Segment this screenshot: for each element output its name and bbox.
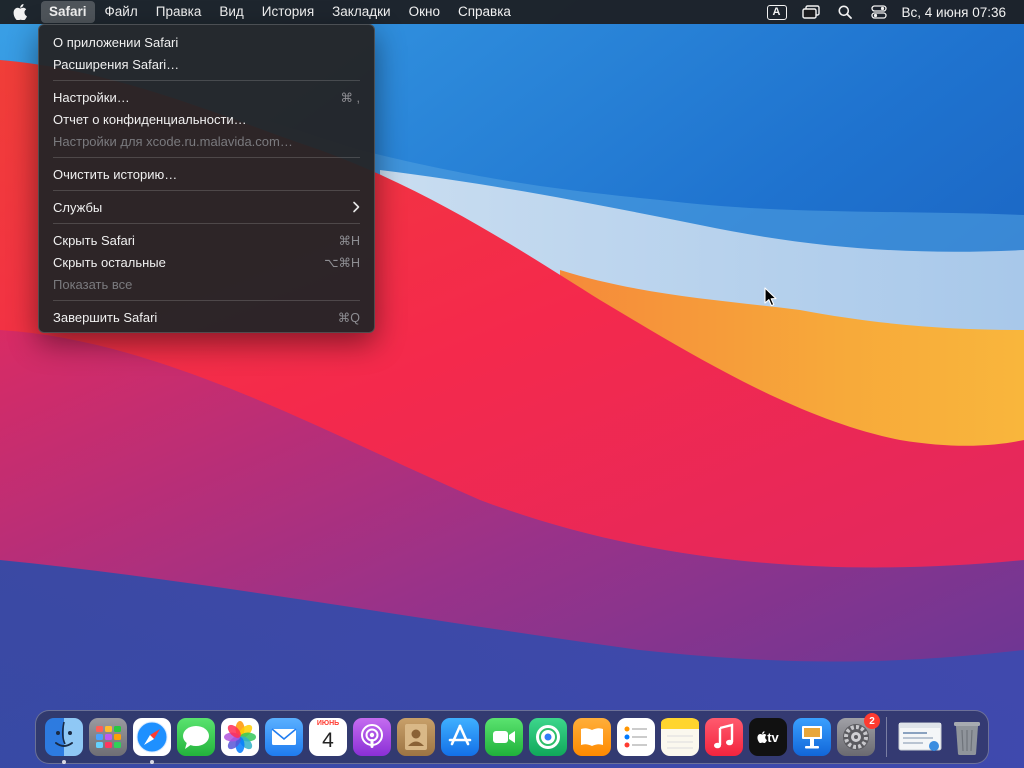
tv-label: tv — [767, 729, 779, 745]
dock-app-mail[interactable] — [265, 718, 303, 756]
screen-mirroring-icon[interactable] — [794, 0, 828, 24]
menu-item-label: Настройки для xcode.ru.malavida.com… — [53, 133, 293, 149]
safari-app-menu: О приложении Safari Расширения Safari… Н… — [38, 24, 375, 333]
menu-item-label: Расширения Safari… — [53, 56, 180, 72]
trash-icon — [954, 722, 980, 755]
menu-file[interactable]: Файл — [97, 1, 146, 23]
menu-history[interactable]: История — [254, 1, 322, 23]
menu-item-label: Настройки… — [53, 89, 130, 105]
menu-item-shortcut: ⌘ , — [340, 90, 360, 105]
calendar-month-label: ИЮНЬ — [316, 720, 340, 727]
find-my-icon — [536, 725, 560, 749]
minimized-window-icon — [898, 722, 942, 751]
menu-safari[interactable]: Safari — [41, 1, 95, 23]
mail-envelope-icon — [271, 728, 297, 745]
menu-item-shortcut: ⌘H — [338, 233, 360, 248]
dock-app-contacts[interactable] — [397, 718, 435, 756]
dock-app-calendar[interactable]: ИЮНЬ 4 — [309, 718, 347, 756]
menu-bar: Safari Файл Правка Вид История Закладки … — [0, 0, 1024, 24]
calendar-day-label: 4 — [322, 729, 334, 752]
menu-item-label: Скрыть Safari — [53, 232, 135, 248]
dock-app-keynote[interactable] — [793, 718, 831, 756]
notes-icon — [661, 718, 699, 749]
dock-app-system-preferences[interactable]: 2 — [837, 713, 880, 756]
notification-badge: 2 — [864, 713, 880, 729]
menu-item-shortcut: ⌘Q — [337, 310, 360, 325]
menu-item-label: Службы — [53, 199, 103, 215]
music-note-icon — [714, 723, 734, 749]
dock-app-notes[interactable] — [661, 718, 699, 756]
menu-bar-clock[interactable]: Вс, 4 июня 07:36 — [896, 5, 1014, 20]
running-indicator — [150, 760, 154, 764]
mouse-cursor-icon — [764, 287, 777, 307]
dock-app-safari[interactable] — [133, 718, 171, 764]
app-store-icon — [448, 724, 472, 746]
menu-separator — [53, 223, 360, 224]
dock-app-photos[interactable] — [221, 718, 259, 756]
input-source-icon[interactable]: A — [760, 0, 794, 24]
menu-separator — [53, 80, 360, 81]
launchpad-icon — [96, 726, 121, 748]
menu-bar-extras: A Вс, 4 июня 07:36 — [760, 0, 1024, 24]
menu-item-label: О приложении Safari — [53, 34, 179, 50]
dock-app-tv[interactable]: tv — [749, 718, 787, 756]
safari-compass-icon — [136, 721, 168, 753]
dock-app-reminders[interactable] — [617, 718, 655, 756]
menu-item-settings[interactable]: Настройки… ⌘ , — [45, 86, 368, 108]
menu-edit[interactable]: Правка — [148, 1, 210, 23]
menu-item-site-settings: Настройки для xcode.ru.malavida.com… — [45, 130, 368, 152]
messages-icon — [183, 726, 209, 749]
control-center-icon[interactable] — [862, 0, 896, 24]
menu-bookmarks[interactable]: Закладки — [324, 1, 398, 23]
menu-item-clear-history[interactable]: Очистить историю… — [45, 163, 368, 185]
menu-item-quit-safari[interactable]: Завершить Safari ⌘Q — [45, 306, 368, 328]
dock-app-launchpad[interactable] — [89, 718, 127, 756]
menu-item-shortcut: ⌥⌘H — [324, 255, 360, 270]
dock-app-music[interactable] — [705, 718, 743, 756]
menu-separator — [53, 190, 360, 191]
menu-item-about-safari[interactable]: О приложении Safari — [45, 31, 368, 53]
apple-tv-logo-icon — [757, 731, 768, 743]
photos-icon — [224, 721, 256, 753]
dock-app-find-my[interactable] — [529, 718, 567, 756]
menu-view[interactable]: Вид — [211, 1, 251, 23]
keynote-podium-icon — [802, 726, 822, 749]
menu-item-safari-extensions[interactable]: Расширения Safari… — [45, 53, 368, 75]
menu-item-label: Завершить Safari — [53, 309, 158, 325]
dock-app-facetime[interactable] — [485, 718, 523, 756]
menu-item-label: Скрыть остальные — [53, 254, 166, 270]
menu-item-privacy-report[interactable]: Отчет о конфиденциальности… — [45, 108, 368, 130]
dock: ИЮНЬ 4 tv 2 — [35, 710, 989, 764]
menu-help[interactable]: Справка — [450, 1, 519, 23]
facetime-camera-icon — [493, 731, 515, 743]
menu-separator — [53, 157, 360, 158]
dock-app-messages[interactable] — [177, 718, 215, 756]
dock-divider — [886, 717, 887, 757]
menu-item-show-all: Показать все — [45, 273, 368, 295]
menu-separator — [53, 300, 360, 301]
dock-app-podcasts[interactable] — [353, 718, 391, 756]
input-source-label: A — [766, 4, 787, 20]
dock-trash[interactable] — [948, 718, 986, 756]
menu-item-services[interactable]: Службы — [45, 196, 368, 218]
dock-app-app-store[interactable] — [441, 718, 479, 756]
dock-app-finder[interactable] — [45, 718, 83, 764]
spotlight-search-icon[interactable] — [828, 0, 862, 24]
contacts-icon — [405, 724, 427, 750]
menu-item-hide-safari[interactable]: Скрыть Safari ⌘H — [45, 229, 368, 251]
menu-item-label: Очистить историю… — [53, 166, 178, 182]
dock-recent-window[interactable] — [898, 718, 942, 756]
podcasts-icon — [361, 724, 383, 748]
menu-window[interactable]: Окно — [401, 1, 448, 23]
chevron-right-icon — [353, 201, 360, 213]
dock-app-books[interactable] — [573, 718, 611, 756]
books-icon — [581, 728, 603, 746]
finder-icon — [55, 721, 73, 747]
apple-menu-icon[interactable] — [0, 0, 40, 24]
menu-item-label: Показать все — [53, 276, 133, 292]
reminders-icon — [624, 726, 647, 748]
running-indicator — [62, 760, 66, 764]
menu-item-hide-others[interactable]: Скрыть остальные ⌥⌘H — [45, 251, 368, 273]
menu-item-label: Отчет о конфиденциальности… — [53, 111, 247, 127]
